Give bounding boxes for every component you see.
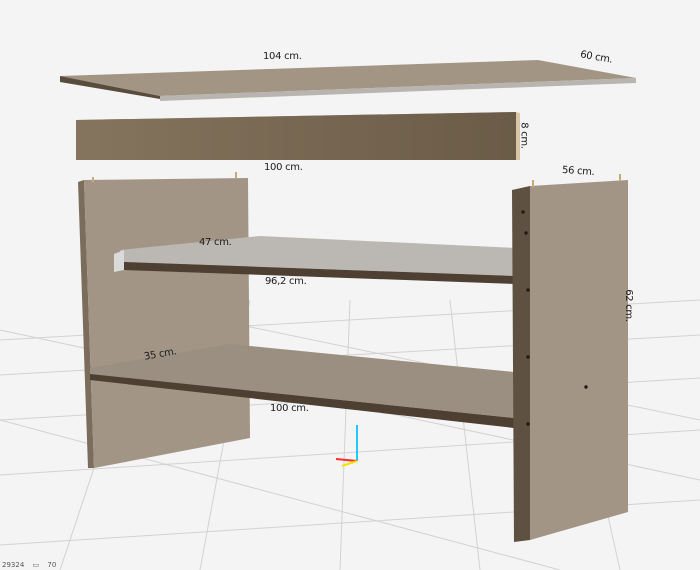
dimension-apron-length: 100 cm. [264, 162, 303, 173]
dimension-lower-shelf-length: 100 cm. [270, 403, 309, 414]
dimension-side-height: 62 cm. [622, 289, 634, 322]
status-bar: 29324 ▭ 70 [0, 561, 62, 570]
layers-icon: ▭ [32, 561, 40, 569]
right-side-panel[interactable] [512, 174, 628, 542]
dimension-upper-shelf-length: 96,2 cm. [265, 276, 307, 287]
left-side-panel[interactable] [78, 172, 250, 468]
object-count: 70 [47, 561, 57, 569]
3d-viewport[interactable]: 104 cm. 60 cm. 8 cm. 100 cm. 56 cm. 62 c… [0, 0, 700, 570]
front-apron[interactable] [76, 112, 520, 160]
dimension-side-depth: 56 cm. [561, 164, 595, 179]
dimension-upper-shelf-depth: 47 cm. [199, 237, 232, 248]
dimension-apron-height: 8 cm. [518, 122, 530, 149]
top-panel[interactable] [60, 60, 636, 101]
dimension-top-length: 104 cm. [263, 51, 302, 62]
polygon-count: 29324 [2, 561, 25, 569]
axis-gizmo[interactable] [335, 425, 358, 467]
